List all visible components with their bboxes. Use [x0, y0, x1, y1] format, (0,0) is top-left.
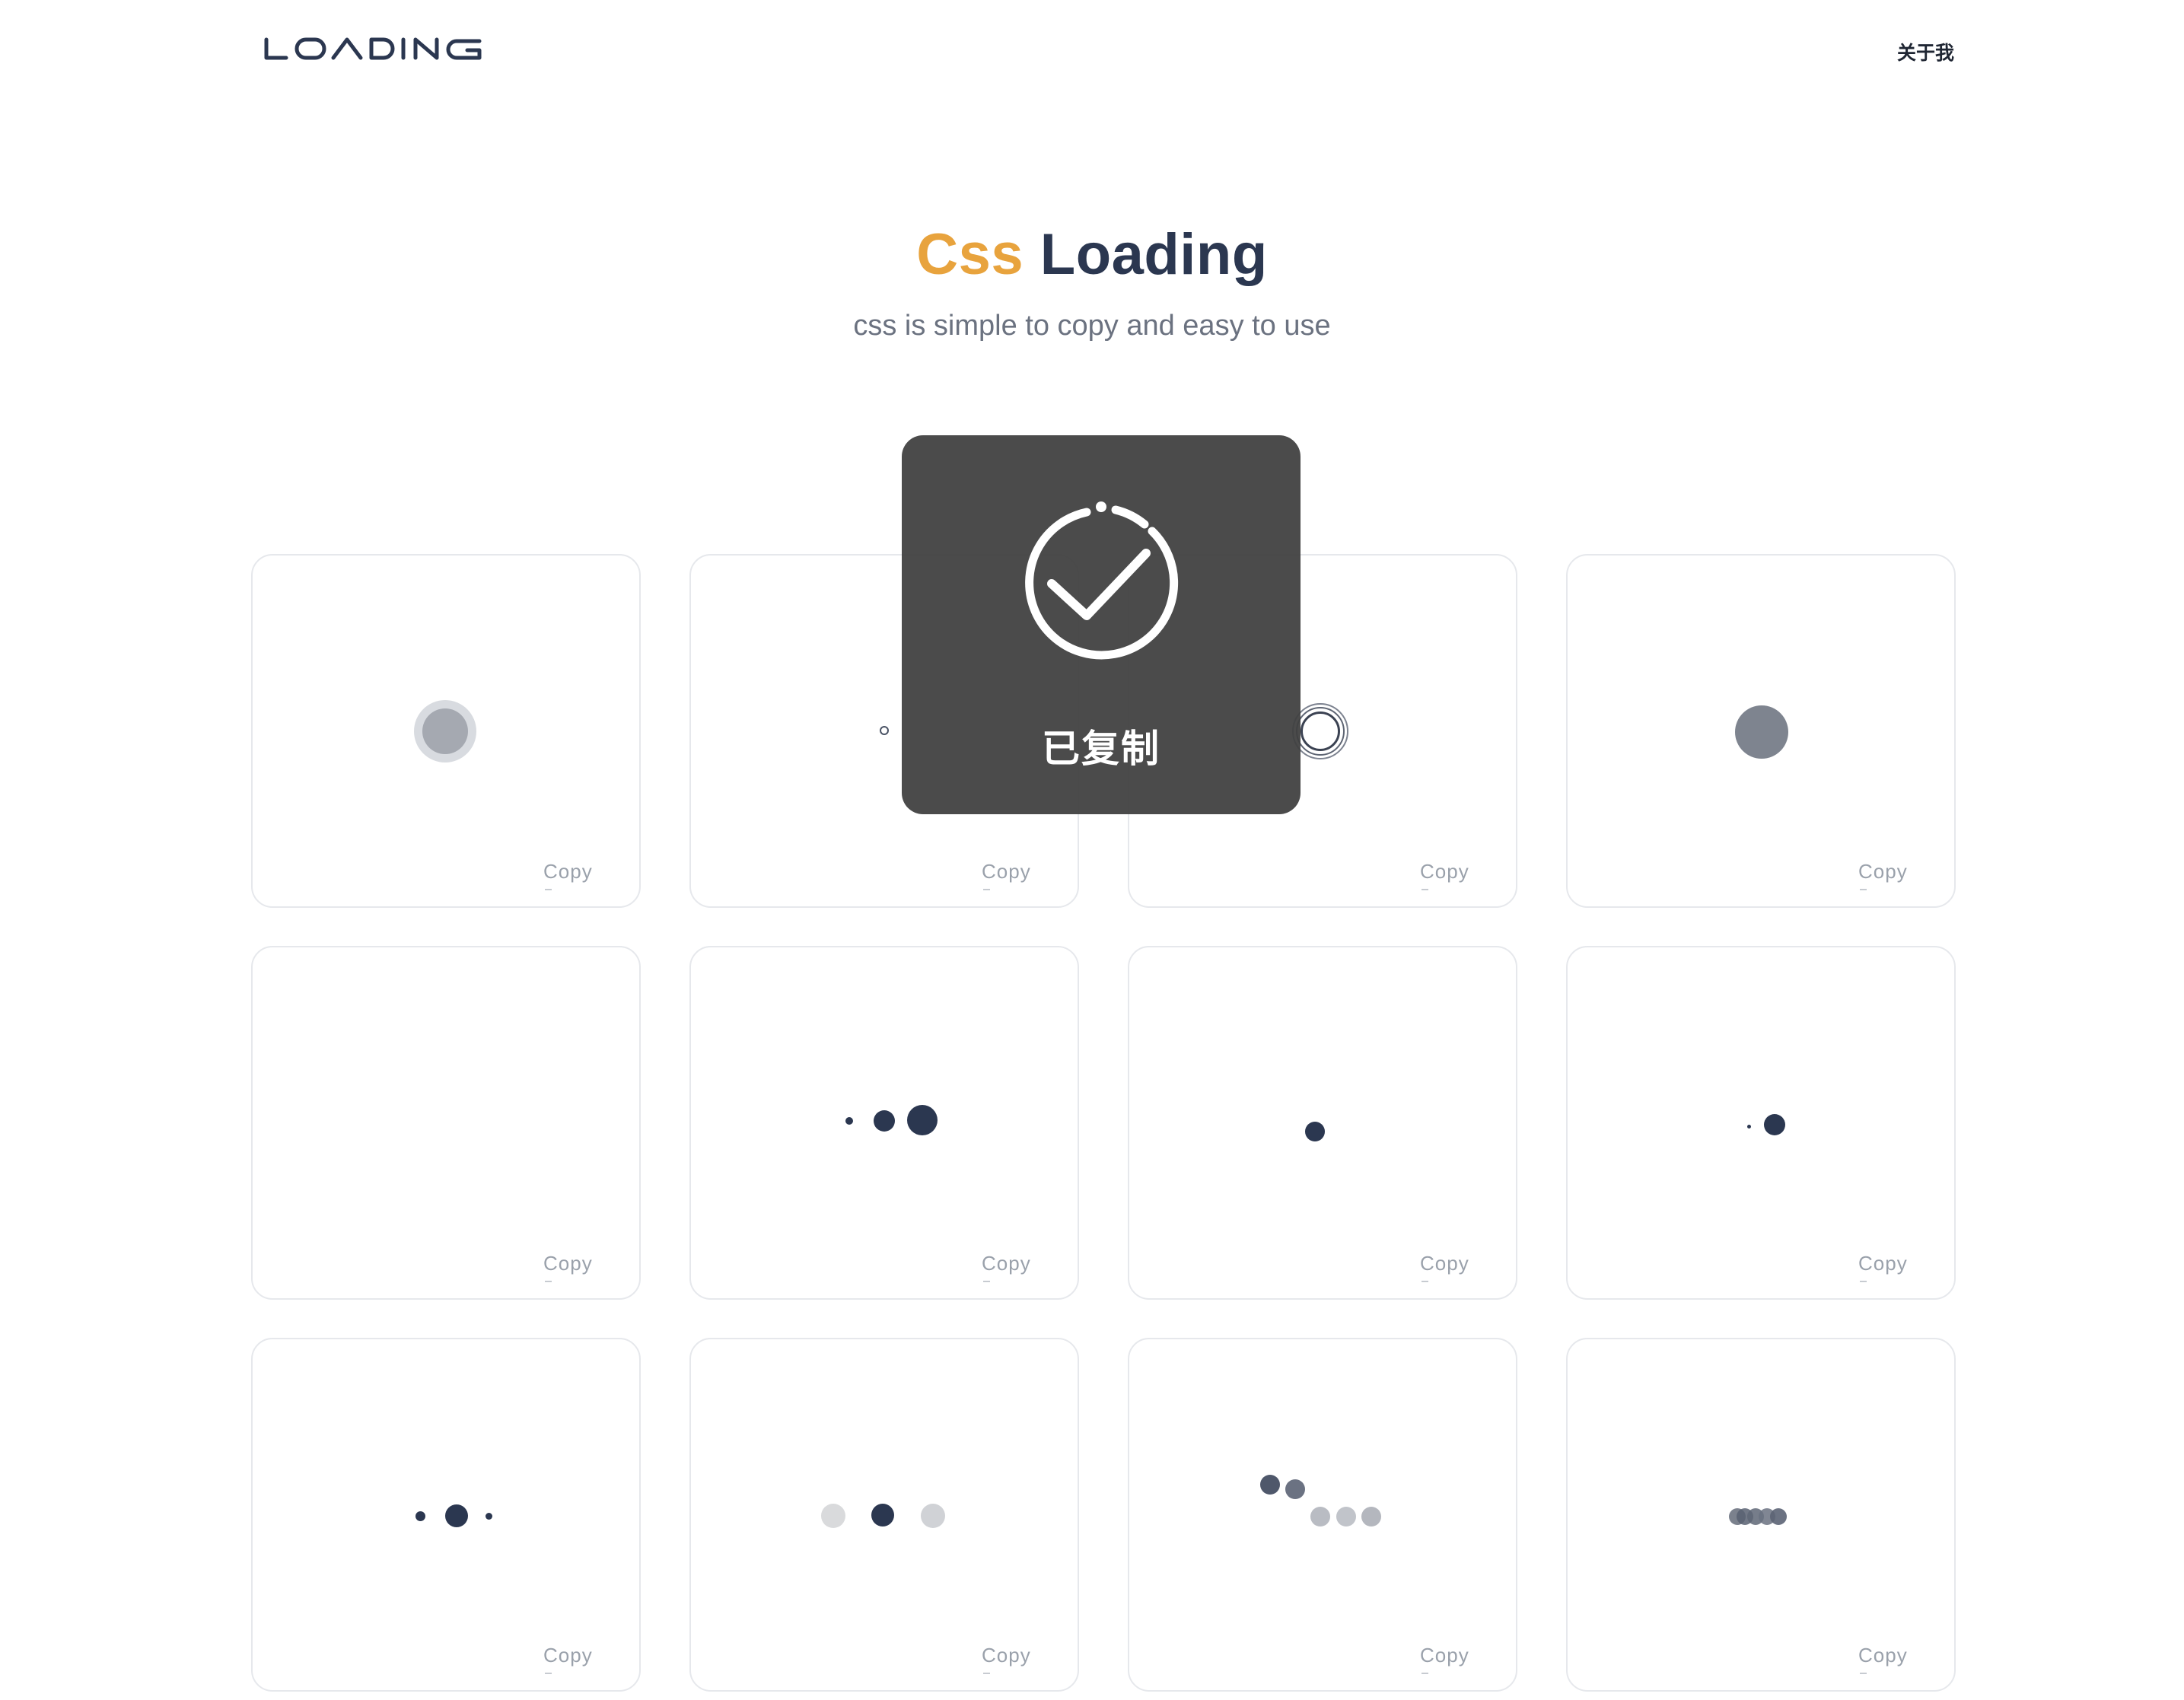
logo[interactable]: [263, 35, 484, 62]
hero: Css Loading css is simple to copy and ea…: [0, 217, 2184, 345]
copy-button[interactable]: Copy: [1420, 1252, 1469, 1282]
loader-card[interactable]: Copy: [689, 946, 1079, 1300]
loader-card[interactable]: Copy: [1566, 1338, 1956, 1692]
copied-toast: 已复制: [902, 435, 1301, 814]
loader-card[interactable]: Copy: [1566, 554, 1956, 908]
loader-card[interactable]: Copy: [251, 1338, 641, 1692]
page-subtitle: css is simple to copy and easy to use: [853, 310, 1331, 342]
copy-button[interactable]: Copy: [982, 1252, 1031, 1282]
copy-button[interactable]: Copy: [1420, 1644, 1469, 1674]
copy-button[interactable]: Copy: [982, 1644, 1031, 1674]
copy-button[interactable]: Copy: [543, 1644, 593, 1674]
loader-card[interactable]: Copy: [1566, 946, 1956, 1300]
check-circle-icon: [1025, 501, 1179, 660]
copy-button[interactable]: Copy: [543, 860, 593, 890]
page-title: Css Loading: [0, 217, 2184, 293]
navbar: 关于我: [0, 0, 2184, 99]
loader-card[interactable]: Copy: [1128, 946, 1517, 1300]
copy-button[interactable]: Copy: [1858, 1644, 1908, 1674]
title-main: Loading: [1039, 222, 1268, 287]
copy-button[interactable]: Copy: [543, 1252, 593, 1282]
copy-button[interactable]: Copy: [1420, 860, 1469, 890]
copy-button[interactable]: Copy: [982, 860, 1031, 890]
copy-button[interactable]: Copy: [1858, 860, 1908, 890]
copy-button[interactable]: Copy: [1858, 1252, 1908, 1282]
loader-card[interactable]: Copy: [689, 1338, 1079, 1692]
title-accent: Css: [916, 222, 1024, 287]
nav-about-link[interactable]: 关于我: [1897, 38, 1954, 65]
loader-card[interactable]: Copy: [251, 554, 641, 908]
loader-card[interactable]: Copy: [1128, 1338, 1517, 1692]
toast-message: 已复制: [1042, 727, 1160, 771]
loader-card[interactable]: Copy: [251, 946, 641, 1300]
